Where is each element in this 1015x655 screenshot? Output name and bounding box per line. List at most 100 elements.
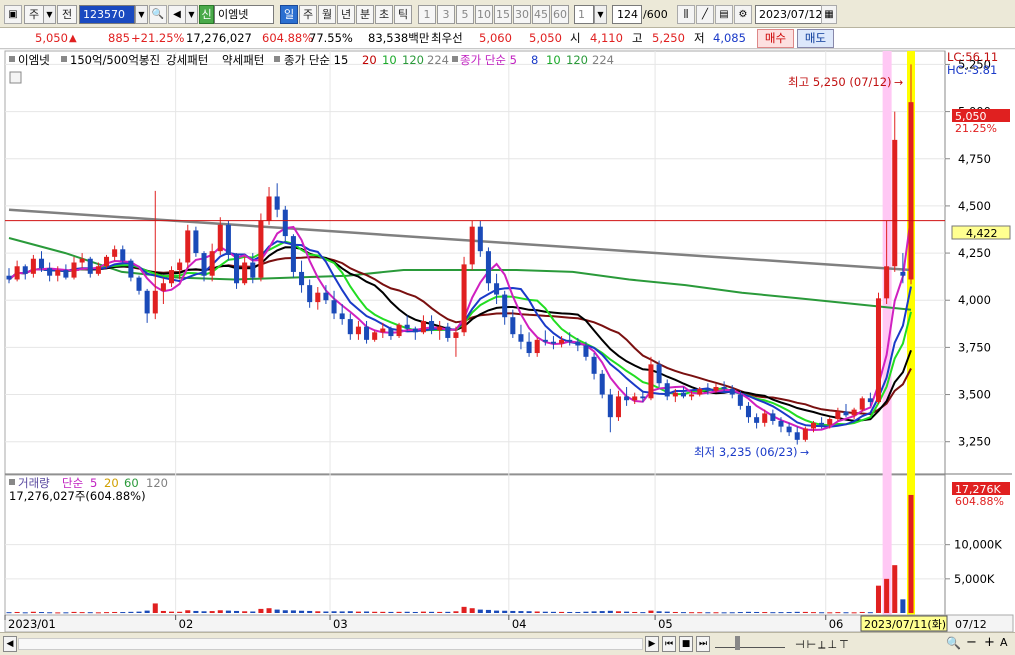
stock-name-field[interactable]: 이엠넷 [214, 5, 274, 24]
code-type-button[interactable]: 전 [57, 5, 77, 24]
chart-layout-icon[interactable]: ▣ [4, 5, 22, 24]
period-second-button[interactable]: 초 [375, 5, 393, 24]
volume-bar [250, 611, 256, 613]
auto-scale-icon[interactable]: A [1000, 636, 1008, 649]
candle-body [372, 332, 378, 340]
chevron-down-icon[interactable]: ▼ [43, 5, 56, 24]
candle-body [437, 326, 443, 331]
interval-1-button[interactable]: 1 [418, 5, 436, 24]
chevron-down-icon[interactable]: ▼ [185, 5, 198, 24]
volume-bar [412, 611, 418, 613]
candle-body [299, 271, 305, 286]
step-forward-icon[interactable]: ⏭ [696, 636, 710, 652]
zoom-slider-handle[interactable] [735, 636, 740, 650]
candle-body [282, 209, 288, 237]
gear-icon[interactable]: ⚙ [734, 5, 752, 24]
volume-bar [721, 612, 727, 614]
volume-tick-label: 10,000K [954, 538, 1002, 552]
period-year-button[interactable]: 년 [337, 5, 355, 24]
volume-axis-ticks: 5,000K 10,000K [945, 538, 1002, 586]
volume-bar [323, 611, 329, 613]
volume-bar [282, 610, 288, 613]
period-tick-button[interactable]: 틱 [394, 5, 412, 24]
zoom-icon[interactable]: 🔍 [946, 636, 961, 650]
chart-area[interactable]: 3,250 3,500 3,750 4,000 4,250 4,500 4,750 5,000… [0, 50, 1015, 633]
candle-body [835, 411, 841, 420]
legend-ma2-120: 120 [566, 53, 588, 67]
code-dropdown-icon[interactable]: ▼ [135, 5, 148, 24]
volume-bar [794, 611, 800, 613]
candle-body [79, 258, 85, 263]
volume-bar [372, 611, 378, 613]
volume-bar [770, 612, 776, 614]
date-tick-label: 04 [512, 617, 527, 631]
date-input[interactable]: 2023/07/12 [755, 5, 823, 24]
stop-icon[interactable]: ■ [679, 636, 693, 652]
interval-15-button[interactable]: 15 [494, 5, 512, 24]
candle-body [429, 320, 435, 331]
volume-legend-5: 5 [90, 476, 97, 490]
candle-body [575, 341, 581, 346]
search-icon[interactable]: 🔍 [149, 5, 167, 24]
candle-body [185, 230, 191, 263]
interval-input[interactable]: 1 [574, 5, 594, 24]
period-day-button[interactable]: 일 [280, 5, 298, 24]
interval-10-button[interactable]: 10 [475, 5, 493, 24]
sell-button[interactable]: 매도 [797, 29, 834, 48]
volume-bar [875, 585, 882, 613]
candle-body [404, 324, 410, 329]
period-minute-button[interactable]: 분 [356, 5, 374, 24]
volume-bar [14, 611, 20, 613]
interval-60-button[interactable]: 60 [551, 5, 569, 24]
candle-body [71, 262, 77, 278]
last-date-text: 07/12 [955, 618, 987, 631]
legend-ma2-10: 10 [546, 53, 561, 67]
candle-body [851, 409, 857, 416]
interval-dropdown-icon[interactable]: ▼ [594, 5, 607, 24]
period-month-button[interactable]: 월 [318, 5, 336, 24]
volume-bar [209, 611, 215, 613]
volume-bar [177, 611, 183, 613]
price-tick-label: 4,000 [958, 293, 991, 307]
stock-code-input[interactable]: 123570 [79, 5, 135, 24]
candle-body [689, 394, 695, 397]
volume-bar [827, 612, 833, 614]
volume-bar [591, 611, 597, 613]
buy-button[interactable]: 매수 [757, 29, 794, 48]
market-type-button[interactable]: 주 [24, 5, 44, 24]
lc-label: LC:56.11 [947, 50, 998, 64]
candle-body [875, 298, 882, 403]
table-toggle-icon[interactable] [9, 71, 22, 84]
interval-3-button[interactable]: 3 [437, 5, 455, 24]
scroll-track[interactable] [18, 638, 643, 650]
scroll-left-icon[interactable]: ◀ [3, 636, 17, 652]
speaker-icon[interactable]: ◀ [168, 5, 186, 24]
step-back-icon[interactable]: ⏮ [662, 636, 676, 652]
zoom-out-icon[interactable]: − [966, 635, 977, 650]
candle-body [87, 258, 93, 274]
candle-body [258, 221, 264, 278]
data-count-input[interactable]: 124 [612, 5, 642, 24]
price-tick-label: 4,250 [958, 246, 991, 260]
date-tick-label: 06 [829, 617, 844, 631]
price-chart-svg[interactable]: 3,250 3,500 3,750 4,000 4,250 4,500 4,750 5,000… [0, 50, 1015, 633]
candle-body [908, 102, 914, 280]
draw-tool-icon[interactable]: ╱ [696, 5, 714, 24]
candle-type-icon[interactable]: ⫼ [677, 5, 695, 24]
calendar-icon[interactable]: ▦ [821, 5, 837, 24]
play-icon[interactable]: ▶ [645, 636, 659, 652]
zoom-slider[interactable] [715, 640, 785, 648]
zoom-in-icon[interactable]: + [984, 635, 995, 650]
interval-5-button[interactable]: 5 [456, 5, 474, 24]
candle-body [412, 328, 418, 333]
volume-bar [908, 494, 914, 613]
save-icon[interactable]: ▤ [715, 5, 733, 24]
candle-body [559, 339, 565, 344]
period-week-button[interactable]: 주 [299, 5, 317, 24]
interval-30-button[interactable]: 30 [513, 5, 531, 24]
chart-tool-icons[interactable]: ⊣⊢⟂⊥⊤ [795, 638, 851, 652]
volume-bar [615, 611, 621, 613]
candle-body [331, 300, 337, 314]
interval-45-button[interactable]: 45 [532, 5, 550, 24]
legend-ma-120: 120 [402, 53, 424, 67]
